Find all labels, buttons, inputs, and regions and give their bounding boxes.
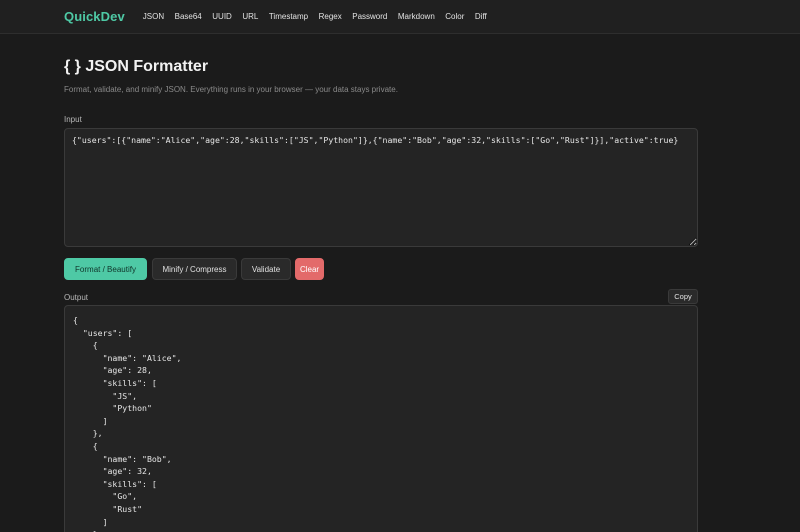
nav-link-markdown[interactable]: Markdown	[398, 12, 435, 21]
page-subtitle: Format, validate, and minify JSON. Every…	[64, 85, 398, 94]
validate-button[interactable]: Validate	[241, 258, 291, 280]
nav-link-timestamp[interactable]: Timestamp	[269, 12, 308, 21]
copy-button[interactable]: Copy	[668, 289, 698, 304]
clear-button[interactable]: Clear	[295, 258, 324, 280]
input-label: Input	[64, 115, 82, 124]
json-input[interactable]: {"users":[{"name":"Alice","age":28,"skil…	[64, 128, 698, 247]
brand-logo[interactable]: QuickDev	[64, 9, 125, 24]
nav-link-diff[interactable]: Diff	[475, 12, 487, 21]
page-title: { } JSON Formatter	[64, 58, 209, 75]
top-nav: QuickDev JSON Base64 UUID URL Timestamp …	[0, 0, 800, 34]
nav-link-uuid[interactable]: UUID	[212, 12, 232, 21]
nav-link-color[interactable]: Color	[445, 12, 464, 21]
nav-link-json[interactable]: JSON	[143, 12, 164, 21]
output-label: Output	[64, 293, 89, 302]
nav-link-base64[interactable]: Base64	[175, 12, 202, 21]
format-button[interactable]: Format / Beautify	[64, 258, 147, 280]
nav-link-regex[interactable]: Regex	[319, 12, 342, 21]
nav-link-password[interactable]: Password	[352, 12, 387, 21]
minify-button[interactable]: Minify / Compress	[152, 258, 237, 280]
formatted-output-text: { "users": [ { "name": "Alice", "age": 2…	[73, 315, 182, 532]
json-output[interactable]: { "users": [ { "name": "Alice", "age": 2…	[64, 305, 698, 532]
nav-link-url[interactable]: URL	[242, 12, 258, 21]
